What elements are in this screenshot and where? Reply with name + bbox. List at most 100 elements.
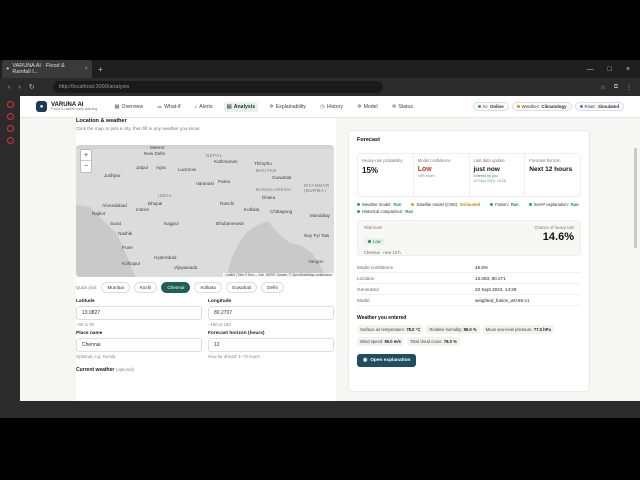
nav-explainability[interactable]: ✲ Explainability bbox=[266, 102, 309, 112]
tag-weather-model: Weather model: Ran bbox=[357, 202, 401, 207]
forecast-details: Model confidence 48.8% Location 13.083, 80… bbox=[357, 262, 581, 306]
map-label: Nay Pyi Taw bbox=[304, 233, 330, 238]
quick-pick-row: Quick pick: Mumbai Kochi Chennai Kolkata… bbox=[76, 282, 336, 293]
map-label: Meerut bbox=[150, 145, 165, 150]
sidebar-icon[interactable] bbox=[6, 125, 14, 132]
forward-icon[interactable]: › bbox=[18, 84, 20, 91]
brand-tagline: Flood & rainfall early warning bbox=[51, 106, 98, 111]
new-tab-icon[interactable]: + bbox=[98, 65, 103, 74]
city-button-delhi[interactable]: Delhi bbox=[261, 282, 284, 293]
map-label: Nagpur bbox=[164, 221, 180, 226]
droplet-icon: ● bbox=[6, 66, 10, 72]
page-scrollbar[interactable] bbox=[634, 148, 637, 248]
city-button-chennai[interactable]: Chennai bbox=[161, 282, 191, 293]
browser-sidebar bbox=[0, 96, 20, 401]
ai-status-pill: AI: Online bbox=[472, 102, 509, 111]
zoom-in-button[interactable]: + bbox=[81, 150, 91, 161]
page-viewport: ● VARUNA AI Flood & rainfall early warni… bbox=[20, 96, 640, 401]
map-label: Dhaka bbox=[262, 195, 276, 200]
location-panel: Location & weather Click the map or pick… bbox=[76, 118, 336, 401]
nav-history[interactable]: ◷ History bbox=[317, 102, 346, 112]
back-icon[interactable]: ‹ bbox=[8, 84, 10, 91]
close-icon[interactable]: × bbox=[85, 66, 88, 72]
map-label: BANGLADESH bbox=[256, 187, 292, 192]
location-map[interactable]: + − Meerut New Delhi NEPAL Kathmandu Thi… bbox=[76, 145, 334, 277]
menu-icon[interactable]: ⋮ bbox=[626, 84, 632, 91]
gear-icon: ✲ bbox=[391, 103, 397, 110]
sidebar-icon[interactable] bbox=[6, 101, 14, 108]
map-label: Varanasi bbox=[196, 181, 214, 186]
city-button-kolkata[interactable]: Kolkata bbox=[194, 282, 222, 293]
reload-icon[interactable]: ↻ bbox=[29, 83, 35, 91]
logo-droplet-icon: ● bbox=[36, 101, 47, 112]
bookmark-icon[interactable]: ☆ bbox=[600, 84, 605, 91]
risk-box: Risk level Low Chennai · next 12 h Chanc… bbox=[357, 220, 581, 256]
map-label: Lucknow bbox=[178, 167, 197, 172]
chip-pressure: Mean sea-level pressure: 77.0 hPa bbox=[482, 325, 554, 334]
tab-title: VARUNA AI · Flood & Rainfall I... bbox=[12, 63, 65, 75]
minimize-icon[interactable]: — bbox=[587, 66, 594, 73]
maximize-icon[interactable]: □ bbox=[608, 66, 612, 73]
gear-icon: ✲ bbox=[269, 103, 274, 110]
map-label: Bhopal bbox=[148, 201, 163, 206]
summary-confidence: Model confidence Low 49% score bbox=[414, 154, 470, 196]
weather-status-pill: Weather: Climatology bbox=[511, 102, 572, 111]
forecast-card: Forecast Heavy-rain probability 15% Mode… bbox=[348, 130, 590, 392]
browser-tab[interactable]: ● VARUNA AI · Flood & Rainfall I... × bbox=[2, 60, 92, 78]
grid-icon: ▦ bbox=[114, 103, 120, 110]
extensions-icon[interactable]: ⧉ bbox=[614, 84, 618, 91]
open-explanation-button[interactable]: ◉ Open explanation bbox=[357, 354, 417, 367]
quick-pick-label: Quick pick: bbox=[76, 285, 98, 290]
map-label: Thimphu bbox=[254, 161, 272, 166]
nav-alerts[interactable]: ♪ Alerts bbox=[192, 102, 216, 112]
nav-model[interactable]: ✲ Model bbox=[354, 102, 381, 112]
letterbox-top bbox=[0, 0, 640, 60]
horizon-label: Forecast horizon (hours) bbox=[208, 331, 265, 336]
place-label: Place name bbox=[76, 331, 103, 336]
chart-icon: ▤ bbox=[226, 103, 232, 110]
map-label: Ranchi bbox=[220, 201, 235, 206]
map-label: Chittagong bbox=[270, 209, 293, 214]
map-label: Pune bbox=[122, 245, 133, 250]
nav-status[interactable]: ✲ Status bbox=[389, 102, 416, 112]
city-button-mumbai[interactable]: Mumbai bbox=[101, 282, 130, 293]
location-heading: Location & weather bbox=[76, 118, 127, 124]
close-window-icon[interactable]: × bbox=[626, 66, 630, 73]
map-label: Patna bbox=[218, 179, 231, 184]
horizon-input[interactable]: 12 bbox=[208, 338, 334, 352]
latitude-label: Latitude bbox=[76, 299, 95, 304]
url-field[interactable]: http://localhost:3000/analysis bbox=[52, 81, 383, 93]
risk-level-badge: Low bbox=[364, 238, 385, 245]
letterbox-bottom bbox=[0, 418, 640, 480]
map-label: Kolkata bbox=[244, 207, 260, 212]
city-button-guwahati[interactable]: Guwahati bbox=[225, 282, 258, 293]
sidebar-icon[interactable] bbox=[6, 113, 14, 120]
place-input[interactable]: Chennai bbox=[76, 338, 202, 352]
map-zoom-control: + − bbox=[80, 149, 92, 173]
nav-analysis[interactable]: ▤ Analysis bbox=[223, 101, 259, 112]
clock-icon: ◷ bbox=[320, 103, 325, 110]
tag-satellite-model: Satellite model (CNN): Estimated bbox=[411, 202, 480, 207]
location-subtitle: Click the map or pick a city, then fill … bbox=[76, 126, 201, 131]
map-label: Vijayawada bbox=[174, 265, 198, 270]
map-label: Surat bbox=[110, 221, 121, 226]
sliders-icon: ⚌ bbox=[157, 103, 163, 110]
nav-overview[interactable]: ▦ Overview bbox=[111, 102, 146, 112]
bell-icon: ♪ bbox=[194, 103, 198, 110]
city-button-kochi[interactable]: Kochi bbox=[133, 282, 158, 293]
zoom-out-button[interactable]: − bbox=[81, 161, 91, 172]
sidebar-icon[interactable] bbox=[6, 137, 14, 144]
summary-probability: Heavy-rain probability 15% bbox=[358, 154, 414, 196]
map-attribution[interactable]: Leaflet | Tiles © Esri — Esri, HERE, Gar… bbox=[223, 273, 334, 277]
latitude-hint: −90 to 90 bbox=[76, 322, 95, 327]
nav-what-if[interactable]: ⚌ What-if bbox=[154, 102, 183, 112]
chip-temperature: Surface air temperature: 78.0 °C bbox=[357, 325, 424, 334]
info-icon: ◉ bbox=[363, 358, 368, 363]
chip-wind: Wind speed: 90.0 m/s bbox=[357, 337, 404, 346]
map-label: Hyderabad bbox=[154, 255, 177, 260]
chance-value: 14.6% bbox=[542, 231, 574, 243]
weather-entered-chips: Surface air temperature: 78.0 °C Relativ… bbox=[357, 325, 581, 346]
latitude-input[interactable]: 13.0827 bbox=[76, 306, 202, 320]
river-status-pill: River: Simulated bbox=[574, 102, 624, 111]
longitude-input[interactable]: 80.2707 bbox=[208, 306, 334, 320]
